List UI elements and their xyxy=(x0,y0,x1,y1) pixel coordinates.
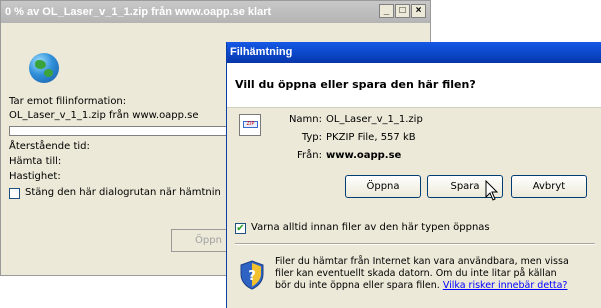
receiving-label: Tar emot filinformation: xyxy=(9,96,127,107)
always-ask-label: Varna alltid innan filer av den här type… xyxy=(251,222,490,233)
progress-window-title: 0 % av OL_Laser_v_1_1.zip från www.oapp.… xyxy=(5,6,272,18)
risks-link[interactable]: Vilka risker innebär detta? xyxy=(443,280,568,291)
close-button[interactable]: × xyxy=(411,4,426,18)
minimize-button[interactable]: _ xyxy=(379,4,394,18)
divider xyxy=(235,243,595,245)
window-controls: _ □ × xyxy=(378,4,426,18)
svg-text:?: ? xyxy=(248,269,256,284)
type-label: Typ: xyxy=(301,132,322,143)
dialog-header: Vill du öppna eller spara den här filen? xyxy=(227,63,601,108)
speed-label: Hastighet: xyxy=(9,171,61,182)
zip-file-icon: ZIP xyxy=(239,114,261,136)
file-download-dialog: Filhämtning x Vill du öppna eller spara … xyxy=(226,42,601,308)
download-progress-bar xyxy=(9,126,249,136)
globe-icon xyxy=(29,53,59,83)
close-when-done-checkbox[interactable] xyxy=(9,188,20,199)
dialog-titlebar[interactable]: Filhämtning x xyxy=(227,42,601,63)
close-when-done-label: Stäng den här dialogrutan när hämtnin xyxy=(25,187,221,198)
type-value: PKZIP File, 557 kB xyxy=(326,132,416,143)
name-value: OL_Laser_v_1_1.zip xyxy=(326,114,423,125)
cancel-button[interactable]: Avbryt xyxy=(511,175,587,198)
download-to-label: Hämta till: xyxy=(9,156,62,167)
time-left-label: Återstående tid: xyxy=(9,141,90,152)
progress-window-titlebar[interactable]: 0 % av OL_Laser_v_1_1.zip från www.oapp.… xyxy=(1,1,430,23)
maximize-button[interactable]: □ xyxy=(395,4,410,18)
mouse-pointer-icon xyxy=(485,180,499,201)
dialog-question: Vill du öppna eller spara den här filen? xyxy=(235,78,476,91)
dialog-title: Filhämtning xyxy=(230,46,293,58)
receiving-value: OL_Laser_v_1_1.zip från www.oapp.se xyxy=(9,110,199,121)
always-ask-checkbox[interactable]: ✔ xyxy=(235,223,246,234)
from-label: Från: xyxy=(297,150,322,161)
name-label: Namn: xyxy=(288,114,322,125)
warning-message: Filer du hämtar från Internet kan vara a… xyxy=(275,256,575,292)
open-button[interactable]: Öppna xyxy=(345,175,421,198)
shield-question-icon: ? xyxy=(240,260,264,290)
from-value: www.oapp.se xyxy=(326,150,402,161)
